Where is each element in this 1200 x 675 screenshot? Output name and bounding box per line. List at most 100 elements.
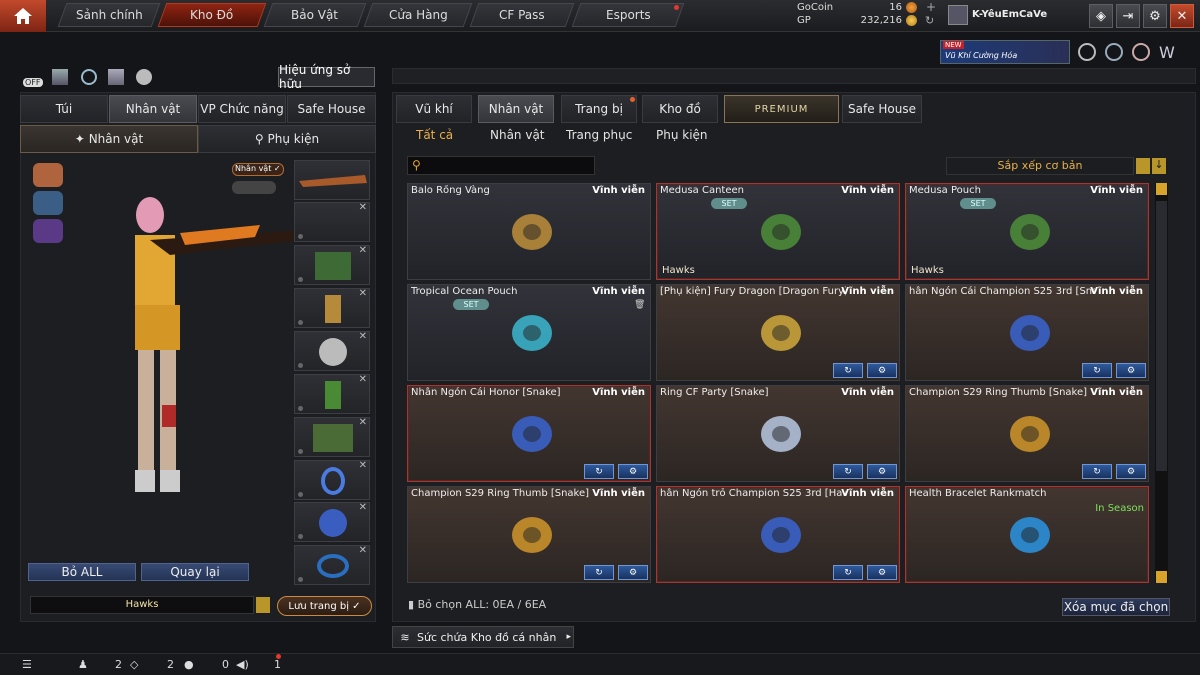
item-card[interactable]: Tropical Ocean Pouch Vĩnh viễn SET 🗑 (407, 284, 651, 381)
toggle-off-icon[interactable]: OFF (23, 69, 43, 87)
target-icon[interactable] (81, 69, 97, 85)
remove-icon[interactable]: ✕ (359, 417, 367, 428)
slot-item-6[interactable]: ✕ (294, 417, 370, 457)
right-tab-character[interactable]: Nhân vật (478, 95, 554, 123)
back-button[interactable]: Quay lại (141, 563, 249, 581)
search-input[interactable] (428, 158, 588, 172)
scrollbar[interactable] (1155, 183, 1168, 583)
item-card[interactable]: Medusa Pouch Vĩnh viễn SET Hawks (905, 183, 1149, 280)
left-subtab-accessory[interactable]: ⚲ Phụ kiện (198, 125, 376, 153)
list-icon[interactable] (256, 597, 270, 613)
nav-tab-lobby[interactable]: Sảnh chính (57, 3, 161, 27)
event-icon[interactable] (1132, 43, 1150, 61)
remove-icon[interactable]: ✕ (359, 502, 367, 513)
avatar[interactable] (948, 5, 968, 25)
right-tab-safehouse[interactable]: Safe House (842, 95, 922, 123)
left-tab-character[interactable]: Nhân vật (109, 95, 197, 123)
nav-tab-cfpass[interactable]: CF Pass (469, 3, 575, 27)
ownership-effect-button[interactable]: Hiệu ứng sở hữu (278, 63, 375, 91)
settings-gear-icon[interactable]: ⚙ (867, 464, 897, 479)
right-tab-storage[interactable]: Kho đồ (642, 95, 718, 123)
shield-icon[interactable]: ◈ (1089, 4, 1113, 28)
settings-gear-icon[interactable]: ⚙ (867, 363, 897, 378)
globe-icon[interactable] (1105, 43, 1123, 61)
settings-gear-icon[interactable]: ⚙ (618, 565, 648, 580)
item-card[interactable]: Medusa Canteen Vĩnh viễn SET Hawks (656, 183, 900, 280)
trash-icon[interactable]: 🗑 (634, 300, 646, 312)
clan-icon[interactable]: ◇ (130, 658, 138, 671)
settings-gear-icon[interactable]: ⚙ (867, 565, 897, 580)
character-pose-icon[interactable] (108, 69, 124, 85)
subtab-outfit[interactable]: Trang phục (566, 128, 632, 142)
item-card[interactable]: Champion S29 Ring Thumb [Snake] Vĩnh viễn… (407, 486, 651, 583)
settings-gear-icon[interactable]: ⚙ (618, 464, 648, 479)
remove-icon[interactable]: ✕ (359, 545, 367, 556)
refresh-icon[interactable]: ↻ (925, 14, 934, 27)
right-tab-weapon[interactable]: Vũ khí (396, 95, 472, 123)
select-all-status[interactable]: ▮ Bỏ chọn ALL: 0EA / 6EA (408, 598, 546, 611)
enhance-button[interactable]: ↻ (584, 565, 614, 580)
exit-icon[interactable]: ⇥ (1116, 4, 1140, 28)
right-tab-equipment[interactable]: Trang bị (561, 95, 637, 123)
character-name-field[interactable]: Hawks (30, 596, 254, 614)
slot-item-8[interactable]: ✕ (294, 502, 370, 542)
remove-icon[interactable]: ✕ (359, 245, 367, 256)
slot-item-3[interactable]: ✕ (294, 288, 370, 328)
sound-icon[interactable]: ◀) (236, 658, 249, 671)
enhance-button[interactable]: ↻ (833, 363, 863, 378)
settings-gear-icon[interactable]: ⚙ (1143, 4, 1167, 28)
nav-tab-esports[interactable]: Esports (571, 3, 685, 27)
enhance-button[interactable]: ↻ (1082, 464, 1112, 479)
item-card[interactable]: hẫn Ngón trỏ Champion S25 3rd [Hawks] Vĩn… (656, 486, 900, 583)
stats-icon[interactable] (52, 69, 68, 85)
enhance-button[interactable]: ↻ (833, 464, 863, 479)
remove-icon[interactable]: ✕ (359, 202, 367, 213)
scroll-down-icon[interactable] (1156, 571, 1167, 583)
scroll-thumb[interactable] (1156, 201, 1167, 471)
search-box[interactable]: ⚲ (407, 156, 595, 175)
sort-dropdown[interactable]: Sắp xếp cơ bản (946, 157, 1134, 175)
rank-icon[interactable] (1078, 43, 1096, 61)
item-card[interactable]: Balo Rồng Vàng Vĩnh viễn (407, 183, 651, 280)
slot-item-2[interactable]: ✕ (294, 245, 370, 285)
remove-icon[interactable]: ✕ (359, 374, 367, 385)
item-card[interactable]: hẫn Ngón Cái Champion S25 3rd [Snake] Vĩn… (905, 284, 1149, 381)
slot-item-4[interactable]: ✕ (294, 331, 370, 371)
item-card[interactable]: Nhẫn Ngón Cái Honor [Snake] Vĩnh viễn ↻ ⚙ (407, 385, 651, 482)
slot-empty-1[interactable]: ✕ (294, 202, 370, 242)
subtab-accessory[interactable]: Phụ kiện (656, 128, 708, 142)
sort-list-icon[interactable] (1136, 158, 1150, 174)
remove-icon[interactable]: ✕ (359, 460, 367, 471)
equip-slot-secondary-icon[interactable] (33, 191, 63, 215)
enhance-button[interactable]: ↻ (584, 464, 614, 479)
nav-tab-treasure[interactable]: Bảo Vật (263, 3, 367, 27)
nav-tab-shop[interactable]: Cửa Hàng (363, 3, 473, 27)
home-button[interactable] (0, 0, 46, 32)
equip-slot-primary-icon[interactable] (33, 163, 63, 187)
visibility-toggle[interactable] (232, 181, 276, 194)
left-tab-function[interactable]: VP Chức năng (198, 95, 286, 123)
item-card[interactable]: Ring CF Party [Snake] Vĩnh viễn ↻ ⚙ (656, 385, 900, 482)
w-logo-icon[interactable]: W (1159, 43, 1175, 62)
delete-selected-button[interactable]: Xóa mục đã chọn (1062, 598, 1170, 616)
subtab-character[interactable]: Nhân vật (490, 128, 545, 142)
item-card[interactable]: Health Bracelet Rankmatch In Season (905, 486, 1149, 583)
capacity-bar[interactable]: ≋ Sức chứa Kho đồ cá nhân ▸ (392, 626, 574, 648)
save-equipment-button[interactable]: Lưu trang bị ✓ (277, 596, 372, 616)
enhanced-weapon-banner[interactable]: NEW Vũ Khí Cường Hóa (940, 40, 1070, 64)
nav-tab-inventory[interactable]: Kho Đồ (157, 3, 267, 27)
friends-icon[interactable]: ♟ (78, 658, 88, 671)
menu-icon[interactable]: ☰ (22, 658, 32, 671)
slot-item-9[interactable]: ✕ (294, 545, 370, 585)
item-card[interactable]: Champion S29 Ring Thumb [Snake] Vĩnh viễn… (905, 385, 1149, 482)
sort-direction-icon[interactable]: ↓ (1152, 158, 1166, 174)
left-tab-safehouse[interactable]: Safe House (287, 95, 376, 123)
remove-icon[interactable]: ✕ (359, 288, 367, 299)
chat-icon[interactable]: ● (184, 658, 194, 671)
slot-weapon[interactable] (294, 160, 370, 200)
subtab-all[interactable]: Tất cả (416, 128, 453, 142)
right-tab-premium[interactable]: PREMIUM (724, 95, 839, 123)
add-currency-icon[interactable]: + (926, 0, 936, 14)
close-icon[interactable]: ✕ (1170, 4, 1194, 28)
slot-item-7[interactable]: ✕ (294, 460, 370, 500)
